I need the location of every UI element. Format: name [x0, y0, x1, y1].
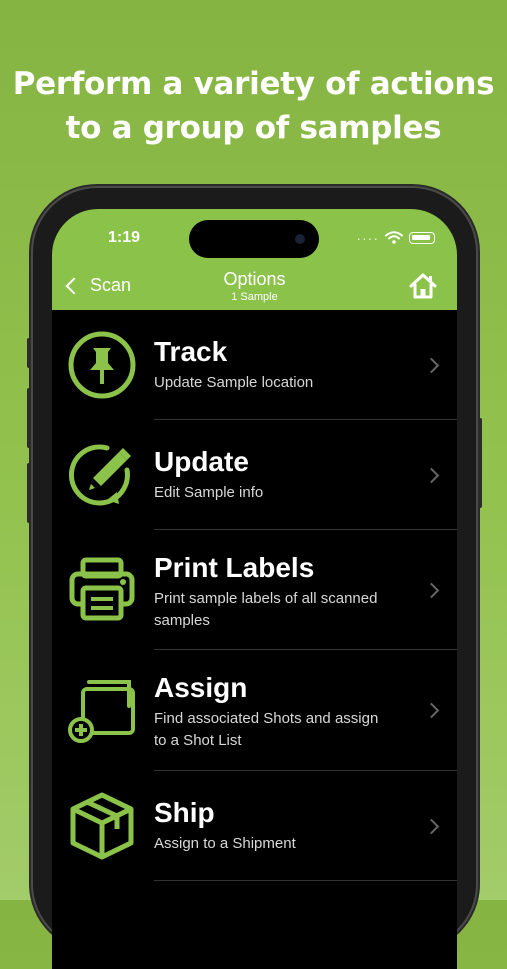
- option-subtitle: Assign to a Shipment: [154, 835, 296, 852]
- printer-icon: [69, 557, 135, 621]
- option-title: Update: [154, 446, 249, 477]
- phone-volume-down-button: [27, 463, 31, 523]
- promo-headline: Perform a variety of actions to a group …: [0, 62, 507, 150]
- chevron-right-icon: [423, 818, 440, 835]
- status-indicators: ····: [356, 229, 435, 246]
- app-screen: 1:19 ···· Scan Options 1 Sample Track Up…: [52, 209, 457, 969]
- option-ship[interactable]: Ship Assign to a Shipment: [52, 771, 457, 881]
- add-to-list-icon: [68, 680, 135, 743]
- pushpin-icon: [68, 331, 136, 399]
- option-update[interactable]: Update Edit Sample info: [52, 420, 457, 530]
- package-box-icon: [70, 792, 134, 860]
- cellular-signal-icon: ····: [356, 229, 379, 246]
- front-camera: [295, 234, 305, 244]
- option-title: Print Labels: [154, 552, 315, 583]
- chevron-right-icon: [423, 357, 440, 374]
- option-print-labels[interactable]: Print Labels Print sample labels of all …: [52, 530, 457, 650]
- option-title: Track: [154, 336, 228, 367]
- page-title: Options: [223, 269, 286, 289]
- chevron-right-icon: [423, 582, 440, 599]
- phone-frame: 1:19 ···· Scan Options 1 Sample Track Up…: [27, 188, 482, 969]
- headline-line-2: to a group of samples: [65, 110, 442, 146]
- chevron-right-icon: [423, 467, 440, 484]
- wifi-icon: [385, 231, 403, 244]
- option-subtitle: Update Sample location: [154, 374, 314, 391]
- battery-icon: [409, 231, 435, 244]
- option-title: Assign: [154, 672, 248, 703]
- row-divider: [154, 880, 457, 881]
- option-track[interactable]: Track Update Sample location: [52, 310, 457, 420]
- phone-volume-up-button: [27, 388, 31, 448]
- phone-mute-button: [27, 338, 31, 368]
- option-subtitle: Edit Sample info: [154, 484, 264, 501]
- phone-power-button: [478, 418, 482, 508]
- options-list: Track Update Sample location Update Edit…: [52, 310, 457, 881]
- edit-pencil-icon: [68, 444, 131, 506]
- nav-title-block: Options 1 Sample: [52, 269, 457, 303]
- page-subtitle: 1 Sample: [231, 291, 278, 303]
- option-assign[interactable]: Assign Find associated Shots and assign …: [52, 650, 457, 771]
- navigation-bar: 1:19 ···· Scan Options 1 Sample: [52, 209, 457, 310]
- option-title: Ship: [154, 797, 215, 828]
- option-subtitle: Find associated Shots and assign to a Sh…: [154, 710, 379, 749]
- headline-line-1: Perform a variety of actions: [12, 66, 495, 102]
- status-time: 1:19: [108, 229, 141, 246]
- dynamic-island: [189, 220, 319, 258]
- chevron-right-icon: [423, 702, 440, 719]
- home-icon[interactable]: [409, 273, 437, 299]
- option-subtitle: Print sample labels of all scanned sampl…: [154, 590, 378, 629]
